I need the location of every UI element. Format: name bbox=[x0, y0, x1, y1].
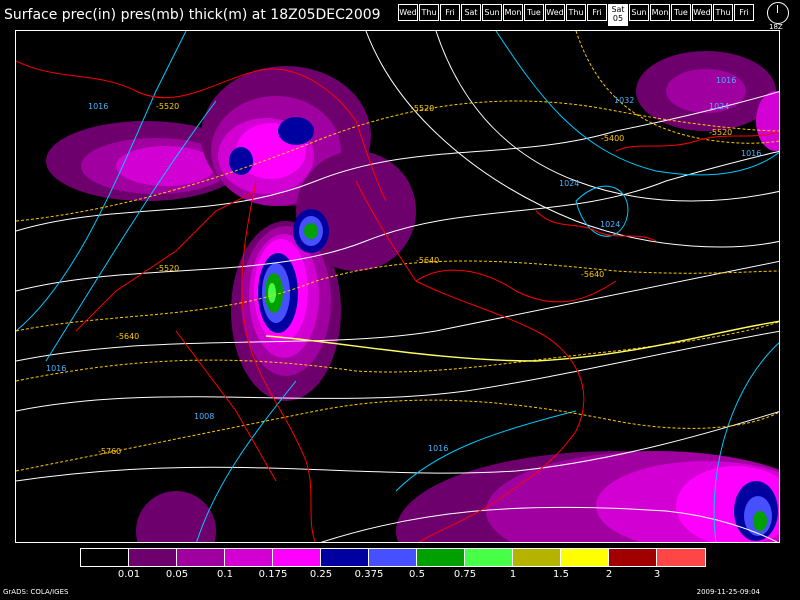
day-tue-13[interactable]: Tue bbox=[671, 4, 691, 21]
thickness-label: -5520 bbox=[709, 128, 732, 137]
legend-label: 0.5 bbox=[409, 569, 425, 580]
day-tue-6[interactable]: Tue bbox=[524, 4, 544, 21]
day-label: Tue bbox=[674, 8, 688, 17]
day-label: Sat bbox=[464, 8, 478, 17]
day-sun-11[interactable]: Sun bbox=[629, 4, 649, 21]
day-mon-5[interactable]: Mon bbox=[503, 4, 523, 21]
map-title: Surface prec(in) pres(mb) thick(m) at 18… bbox=[4, 7, 381, 23]
day-label: Wed bbox=[693, 8, 711, 17]
legend-swatch bbox=[177, 549, 225, 566]
thickness-solid-line bbox=[265, 320, 779, 362]
legend-label: 1.5 bbox=[553, 569, 569, 580]
isobar-label: 1016 bbox=[46, 364, 66, 373]
day-label: Sat bbox=[611, 5, 625, 14]
day-label: Wed bbox=[546, 8, 564, 17]
day-number: 05 bbox=[612, 14, 624, 23]
day-thu-8[interactable]: Thu bbox=[566, 4, 586, 21]
thickness-label: -5520 bbox=[156, 102, 179, 111]
legend-label: 0.25 bbox=[309, 569, 333, 580]
thickness-label: -5640 bbox=[416, 256, 439, 265]
legend-swatch bbox=[321, 549, 369, 566]
legend-label: 0.05 bbox=[165, 569, 189, 580]
day-label: Sun bbox=[484, 8, 500, 17]
legend-swatch bbox=[513, 549, 561, 566]
thickness-label: -5640 bbox=[116, 332, 139, 341]
thickness-label: -5520 bbox=[156, 264, 179, 273]
isobar-label: 1016 bbox=[741, 149, 761, 158]
map-canvas: 1016 1032 1024 1024 1024 1016 1016 1008 1016 1016… bbox=[16, 31, 779, 542]
day-label: Fri bbox=[739, 8, 749, 17]
day-wed-14[interactable]: Wed bbox=[692, 4, 712, 21]
thickness-label: -5520 bbox=[411, 104, 434, 113]
isobar-label: 1016 bbox=[716, 76, 736, 85]
day-label: Tue bbox=[527, 8, 541, 17]
legend-swatch bbox=[225, 549, 273, 566]
legend-label: 0.175 bbox=[258, 569, 288, 580]
legend-swatch bbox=[273, 549, 321, 566]
footer-source: GrADS: COLA/IGES bbox=[3, 588, 69, 596]
day-sun-4[interactable]: Sun bbox=[482, 4, 502, 21]
legend-label: 2 bbox=[605, 569, 613, 580]
isobar-label: 1032 bbox=[614, 96, 634, 105]
footer-timestamp: 2009-11-25-09:04 bbox=[696, 588, 760, 596]
weather-map: 1016 1032 1024 1024 1024 1016 1016 1008 1016 1016… bbox=[15, 30, 780, 543]
legend-swatch bbox=[417, 549, 465, 566]
thickness-label: -5760 bbox=[98, 447, 121, 456]
legend-label: 1 bbox=[509, 569, 517, 580]
day-mon-12[interactable]: Mon bbox=[650, 4, 670, 21]
precip-shading bbox=[46, 51, 779, 542]
legend-label: 0.375 bbox=[354, 569, 384, 580]
thickness-label: -5640 bbox=[581, 270, 604, 279]
day-label: Mon bbox=[504, 8, 522, 17]
color-legend bbox=[80, 548, 706, 567]
day-label: Wed bbox=[399, 8, 417, 17]
day-thu-15[interactable]: Thu bbox=[713, 4, 733, 21]
isobar-label: 1016 bbox=[428, 444, 448, 453]
day-sat-10[interactable]: Sat 05 bbox=[608, 4, 628, 26]
day-label: Thu bbox=[568, 8, 584, 17]
day-wed-0[interactable]: Wed bbox=[398, 4, 418, 21]
legend-swatch bbox=[561, 549, 609, 566]
legend-label: 0.01 bbox=[117, 569, 141, 580]
day-label: Thu bbox=[421, 8, 437, 17]
legend-swatch bbox=[465, 549, 513, 566]
isobar-label: 1008 bbox=[194, 412, 214, 421]
day-label: Sun bbox=[631, 8, 647, 17]
thickness-label: -5400 bbox=[601, 134, 624, 143]
legend-swatch bbox=[657, 549, 705, 566]
legend-label: 3 bbox=[653, 569, 661, 580]
legend-swatch bbox=[609, 549, 657, 566]
day-sat-3[interactable]: Sat bbox=[461, 4, 481, 21]
day-fri-2[interactable]: Fri bbox=[440, 4, 460, 21]
legend-swatch bbox=[369, 549, 417, 566]
day-wed-7[interactable]: Wed bbox=[545, 4, 565, 21]
isobar-label: 1016 bbox=[88, 102, 108, 111]
legend-swatch bbox=[81, 549, 129, 566]
day-selector: Wed Thu Fri Sat Sun Mon Tue Wed Thu Fri Sat 05 Sun Mo… bbox=[398, 4, 755, 26]
isobar-label: 1024 bbox=[559, 179, 579, 188]
day-thu-1[interactable]: Thu bbox=[419, 4, 439, 21]
clock-icon bbox=[767, 2, 789, 24]
isobar-label: 1024 bbox=[709, 102, 729, 111]
day-label: Fri bbox=[445, 8, 455, 17]
day-fri-9[interactable]: Fri bbox=[587, 4, 607, 21]
legend-swatch bbox=[129, 549, 177, 566]
day-label: Fri bbox=[592, 8, 602, 17]
day-label: Thu bbox=[715, 8, 731, 17]
legend-label: 0.75 bbox=[453, 569, 477, 580]
day-fri-16[interactable]: Fri bbox=[734, 4, 754, 21]
day-label: Mon bbox=[651, 8, 669, 17]
isobar-label: 1024 bbox=[600, 220, 620, 229]
legend-label: 0.1 bbox=[217, 569, 233, 580]
